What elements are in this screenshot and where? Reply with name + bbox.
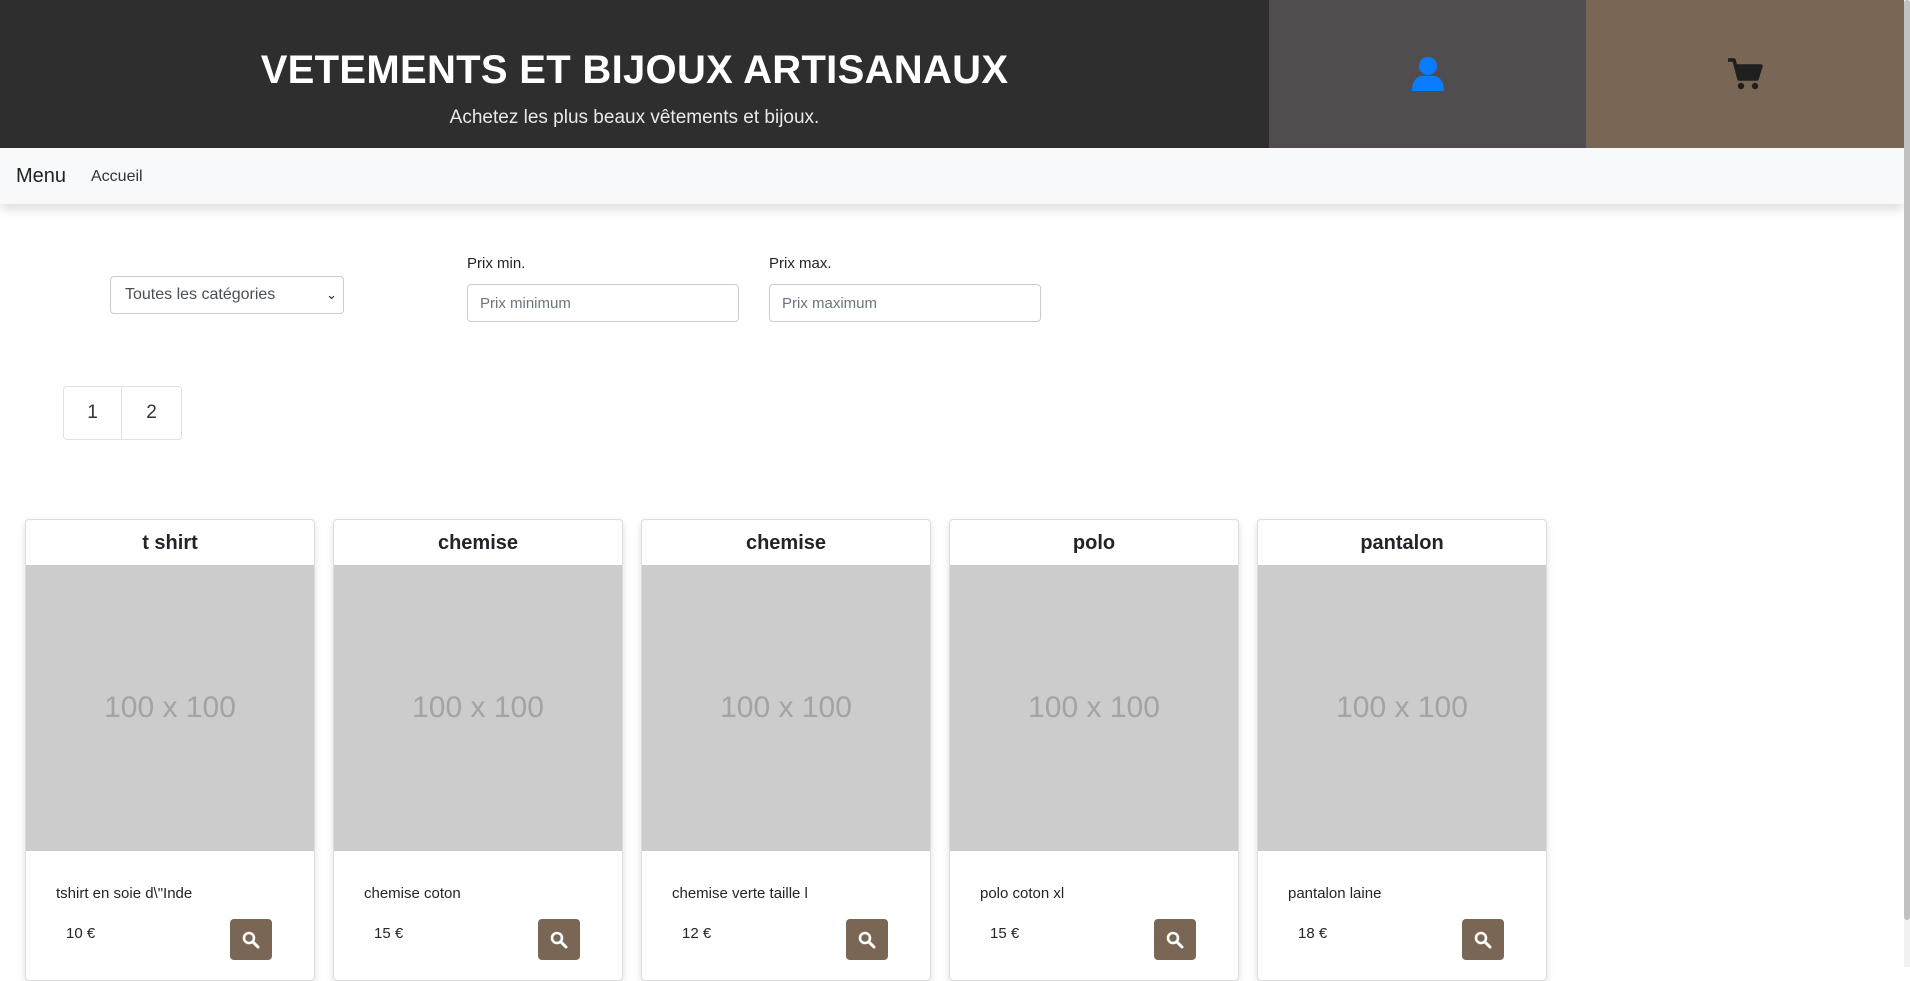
brand-banner: VETEMENTS ET BIJOUX ARTISANAUX Achetez l… [0, 0, 1269, 148]
product-price: 15 € [990, 925, 1020, 942]
cart-button[interactable] [1586, 0, 1904, 148]
product-price: 10 € [66, 925, 96, 942]
view-product-button[interactable] [230, 919, 272, 960]
product-title: chemise [745, 532, 827, 554]
product-card: t shirt 100 x 100 tshirt en soie d\"Inde… [25, 519, 315, 981]
max-price-label: Prix max. [769, 255, 832, 272]
view-product-button[interactable] [1462, 919, 1504, 960]
product-image-placeholder: 100 x 100 [950, 565, 1238, 851]
navbar: Menu Accueil [0, 148, 1904, 204]
search-icon [1474, 931, 1492, 948]
product-description: chemise verte taille l [672, 885, 808, 902]
product-image-placeholder: 100 x 100 [642, 565, 930, 851]
page-scrollbar[interactable] [1904, 0, 1910, 967]
product-title: t shirt [142, 532, 198, 554]
search-icon [242, 931, 260, 948]
product-title: chemise [437, 532, 519, 554]
site-subtitle: Achetez les plus beaux vêtements et bijo… [449, 107, 820, 128]
shopping-cart-icon [1728, 58, 1763, 90]
product-description: polo coton xl [980, 885, 1065, 902]
product-card: chemise 100 x 100 chemise coton 15 € [333, 519, 623, 981]
product-title: pantalon [1360, 532, 1444, 554]
menu-toggle[interactable]: Menu [16, 165, 66, 188]
product-price: 15 € [374, 925, 404, 942]
min-price-label: Prix min. [467, 255, 526, 272]
product-price: 12 € [682, 925, 712, 942]
product-description: tshirt en soie d\"Inde [56, 885, 193, 902]
site-header: VETEMENTS ET BIJOUX ARTISANAUX Achetez l… [0, 0, 1904, 148]
product-description: chemise coton [364, 885, 461, 902]
view-product-button[interactable] [1154, 919, 1196, 960]
product-card: polo 100 x 100 polo coton xl 15 € [949, 519, 1239, 981]
product-image-placeholder: 100 x 100 [334, 565, 622, 851]
min-price-input[interactable] [467, 284, 739, 322]
nav-link-home[interactable]: Accueil [91, 168, 143, 186]
product-description: pantalon laine [1288, 885, 1382, 902]
product-price: 18 € [1298, 925, 1328, 942]
account-button[interactable] [1269, 0, 1586, 148]
product-image-placeholder: 100 x 100 [1258, 565, 1546, 851]
search-icon [550, 931, 568, 948]
pagination: 1 2 [63, 386, 182, 440]
user-icon [1411, 57, 1444, 91]
view-product-button[interactable] [846, 919, 888, 960]
category-select[interactable]: Toutes les catégories ⌄ [110, 276, 344, 314]
product-card: chemise 100 x 100 chemise verte taille l… [641, 519, 931, 981]
chevron-down-icon: ⌄ [326, 287, 337, 302]
search-icon [1166, 931, 1184, 948]
product-title: polo [1072, 532, 1116, 554]
product-card: pantalon 100 x 100 pantalon laine 18 € [1257, 519, 1547, 981]
site-title: VETEMENTS ET BIJOUX ARTISANAUX [260, 48, 1009, 92]
product-image-placeholder: 100 x 100 [26, 565, 314, 851]
category-selected-value: Toutes les catégories [125, 286, 276, 303]
scrollbar-thumb[interactable] [1904, 0, 1910, 920]
search-icon [858, 931, 876, 948]
page-link-2[interactable]: 2 [122, 386, 182, 440]
max-price-input[interactable] [769, 284, 1041, 322]
view-product-button[interactable] [538, 919, 580, 960]
page-link-1[interactable]: 1 [63, 386, 122, 440]
